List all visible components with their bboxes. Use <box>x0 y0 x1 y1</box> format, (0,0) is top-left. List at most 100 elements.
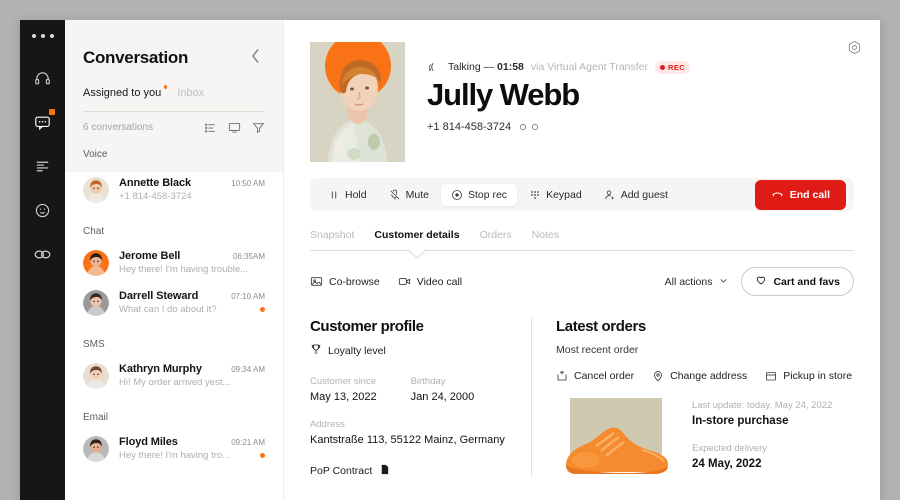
customer-profile-section: Customer profile Loyalty level Customer … <box>310 318 531 478</box>
conversation-header: Conversation Assigned to you Inbox 6 con… <box>65 20 283 172</box>
call-control-hold[interactable]: Hold <box>318 184 377 206</box>
expected-delivery-value: 24 May, 2022 <box>692 458 762 470</box>
list-item[interactable]: Jerome Bell 06:35AM Hey there! I'm having … <box>65 245 283 285</box>
cancel-order-label: Cancel order <box>574 370 635 382</box>
order-card[interactable]: Last update: today, May 24, 2022 In-stor… <box>556 398 854 478</box>
birthday-label: Birthday <box>410 376 446 387</box>
loyalty-level: Loyalty level <box>310 343 515 358</box>
cobrowse-label: Co-browse <box>329 275 380 288</box>
customer-photo <box>310 42 405 162</box>
field-birthday: Birthday Jan 24, 2000 <box>411 376 475 403</box>
address-label: Address <box>310 419 345 430</box>
end-call-button[interactable]: End call <box>754 179 846 210</box>
list-item[interactable]: Annette Black 10:50 AM +1 814-458-3724 <box>65 172 283 212</box>
tab-inbox[interactable]: Inbox <box>177 87 204 99</box>
rail-item-queue[interactable] <box>20 144 65 188</box>
contact-preview: What can I do about it? <box>119 304 217 315</box>
tab-notes[interactable]: Notes <box>532 229 559 241</box>
chat-unread-badge <box>49 109 55 115</box>
expected-delivery-label: Expected delivery <box>692 443 767 454</box>
sort-list-icon[interactable] <box>204 121 217 134</box>
heart-icon <box>755 274 767 289</box>
address-value: Kantstraße 113, 55122 Mainz, Germany <box>310 434 505 446</box>
filter-funnel-icon[interactable] <box>252 121 265 134</box>
tabs-divider <box>310 249 854 259</box>
change-address-button[interactable]: Change address <box>652 370 747 382</box>
more-icon[interactable] <box>531 118 539 136</box>
unread-dot <box>260 307 265 312</box>
copy-icon[interactable] <box>519 118 527 136</box>
call-control-label: Add guest <box>620 188 668 201</box>
call-control-keypad[interactable]: Keypad <box>519 184 592 206</box>
call-control-mute[interactable]: Mute <box>379 184 439 206</box>
customer-phone: +1 814-458-3724 <box>427 121 512 134</box>
list-item[interactable]: Kathryn Murphy 09:34 AM Hi! My order arriv… <box>65 358 283 398</box>
call-state: Talking — <box>448 61 498 73</box>
call-control-label: Keypad <box>546 188 582 201</box>
list-icon <box>34 158 51 175</box>
cancel-order-button[interactable]: Cancel order <box>556 370 634 382</box>
call-control-label: Hold <box>345 188 367 201</box>
rail-item-conversations[interactable] <box>20 100 65 144</box>
cobrowse-button[interactable]: Co-browse <box>310 275 380 288</box>
chevron-left-icon <box>250 48 261 68</box>
collapse-panel-button[interactable] <box>246 46 265 69</box>
customer-profile-title: Customer profile <box>310 318 424 335</box>
conversation-meta: 6 conversations <box>83 111 265 143</box>
page-title: Conversation <box>83 47 189 67</box>
conversation-count: 6 conversations <box>83 122 154 133</box>
call-timer: 01:58 <box>497 61 524 73</box>
contact-preview: Hey there! I'm having trouble... <box>119 264 249 275</box>
pickup-in-store-button[interactable]: Pickup in store <box>765 370 852 382</box>
latest-orders-section: Latest orders Most recent order Cancel o… <box>556 318 854 478</box>
rail-item-customers[interactable] <box>20 188 65 232</box>
all-actions-label: All actions <box>664 275 713 288</box>
tab-customer-details[interactable]: Customer details <box>374 229 459 241</box>
video-call-button[interactable]: Video call <box>398 275 462 288</box>
monitor-icon[interactable] <box>228 121 241 134</box>
cart-and-favs-button[interactable]: Cart and favs <box>741 267 854 296</box>
pause-icon <box>328 189 340 201</box>
contact-preview: +1 814-458-3724 <box>119 191 192 202</box>
trophy-icon <box>310 343 322 358</box>
contact-name: Floyd Miles <box>119 436 178 448</box>
call-controls-toolbar[interactable]: Hold Mute Stop rec Keypad Add guest End call <box>310 178 854 211</box>
avatar <box>83 363 109 389</box>
group-label-sms: SMS <box>83 339 105 350</box>
details-columns: Customer profile Loyalty level Customer … <box>310 318 854 478</box>
pop-contract[interactable]: PoP Contract <box>310 464 515 478</box>
call-status-text: Talking — 01:58 <box>448 61 524 73</box>
conversation-panel: Conversation Assigned to you Inbox 6 con… <box>65 20 284 500</box>
latest-orders-subtitle: Most recent order <box>556 344 639 356</box>
all-actions-dropdown[interactable]: All actions <box>665 275 730 289</box>
settings-button[interactable] <box>847 40 862 60</box>
main-panel: Talking — 01:58 via Virtual Agent Transf… <box>284 20 880 500</box>
unread-dot <box>260 453 265 458</box>
call-control-stop-rec[interactable]: Stop rec <box>440 183 518 206</box>
call-control-add-guest[interactable]: Add guest <box>594 184 678 206</box>
conversation-list[interactable]: Annette Black 10:50 AM +1 814-458-3724 Chat… <box>65 172 283 471</box>
tab-orders[interactable]: Orders <box>480 229 512 241</box>
rail-item-support[interactable] <box>20 56 65 100</box>
video-icon <box>398 275 411 288</box>
product-image <box>556 398 676 478</box>
change-address-label: Change address <box>670 370 748 382</box>
rec-label: REC <box>668 62 686 72</box>
gear-icon <box>847 40 862 59</box>
cobrowse-icon <box>310 275 323 288</box>
mic-off-icon <box>389 189 401 201</box>
contact-name: Annette Black <box>119 177 192 189</box>
customer-name: Jully Webb <box>427 77 580 112</box>
conversation-tabs: Assigned to you Inbox <box>83 85 265 111</box>
tab-assigned-to-you[interactable]: Assigned to you <box>83 85 168 99</box>
keypad-icon <box>529 189 541 201</box>
list-item[interactable]: Floyd Miles 09:21 AM Hey there! I'm having… <box>65 431 283 471</box>
list-item[interactable]: Darrell Steward 07:10 AM What can I do abo… <box>65 285 283 325</box>
contact-name: Darrell Steward <box>119 290 199 302</box>
record-icon <box>451 189 463 201</box>
tab-snapshot[interactable]: Snapshot <box>310 229 354 241</box>
avatar <box>83 250 109 276</box>
assigned-dot-badge <box>163 85 168 89</box>
order-actions: Cancel order Change address Pickup in st… <box>556 370 854 382</box>
rail-item-integrations[interactable] <box>20 232 65 276</box>
